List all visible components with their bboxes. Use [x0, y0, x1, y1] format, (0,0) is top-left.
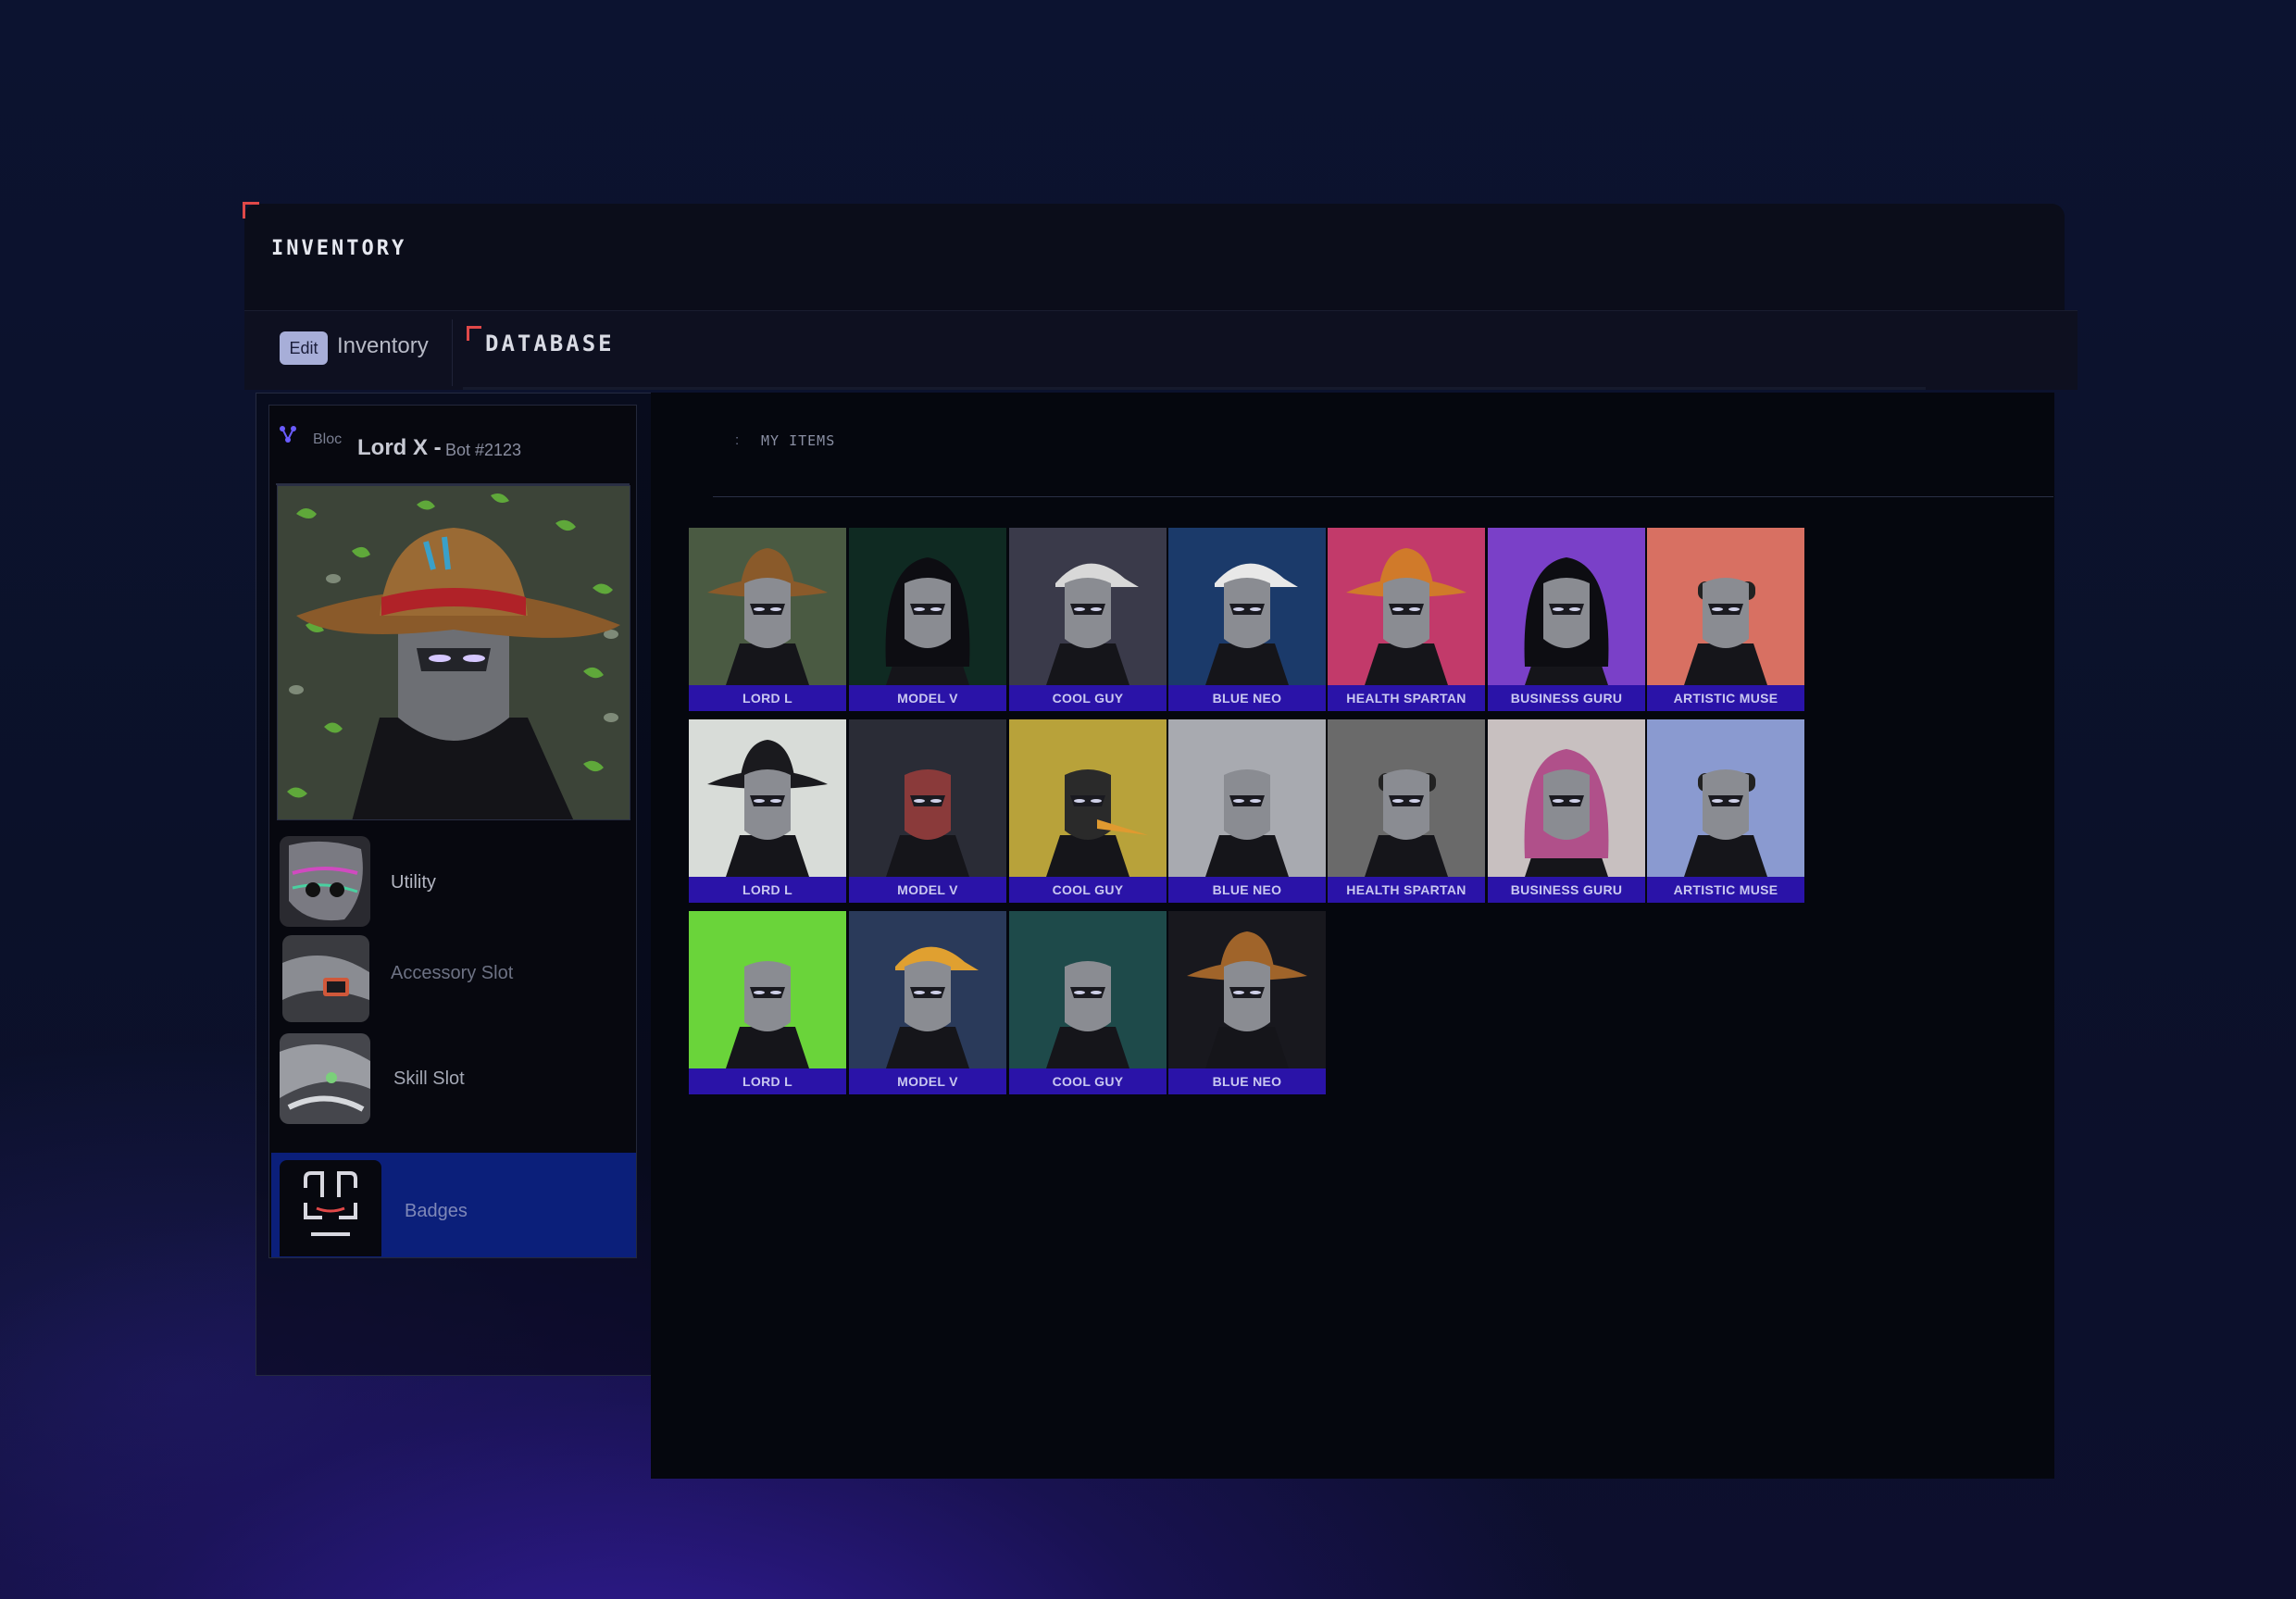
- item-image: [689, 528, 846, 685]
- item-image: [1647, 719, 1804, 877]
- item-label: BLUE NEO: [1168, 877, 1326, 903]
- section-title: MY ITEMS: [761, 432, 836, 449]
- bot-icon: [278, 424, 298, 450]
- tab-underline: [463, 387, 1926, 390]
- item-image: [1168, 911, 1326, 1068]
- item-image: [849, 911, 1006, 1068]
- item-card[interactable]: COOL GUY: [1009, 719, 1167, 905]
- item-card[interactable]: LORD L: [689, 719, 846, 905]
- item-card[interactable]: ARTISTIC MUSE: [1647, 719, 1804, 905]
- skill-slot-image[interactable]: [280, 1033, 370, 1124]
- item-card[interactable]: MODEL V: [849, 528, 1006, 713]
- item-image: [1647, 528, 1804, 685]
- slot-label-skill: Skill Slot: [393, 1068, 465, 1089]
- item-card[interactable]: BLUE NEO: [1168, 528, 1326, 713]
- item-image: [1168, 528, 1326, 685]
- item-card[interactable]: LORD L: [689, 528, 846, 713]
- item-label: HEALTH SPARTAN: [1328, 877, 1485, 903]
- item-card[interactable]: COOL GUY: [1009, 528, 1167, 713]
- bloc-label: Bloc: [313, 431, 343, 447]
- item-label: ARTISTIC MUSE: [1647, 877, 1804, 903]
- item-label: HEALTH SPARTAN: [1328, 685, 1485, 711]
- item-card[interactable]: BLUE NEO: [1168, 719, 1326, 905]
- database-corner-accent: [467, 326, 481, 341]
- item-image: [1488, 719, 1645, 877]
- item-label: COOL GUY: [1009, 685, 1167, 711]
- accessory-slot-image[interactable]: [282, 935, 369, 1022]
- item-card[interactable]: LORD L: [689, 911, 846, 1096]
- item-image: [1328, 528, 1485, 685]
- section-divider: [713, 496, 2053, 497]
- item-label: BLUE NEO: [1168, 685, 1326, 711]
- item-card[interactable]: MODEL V: [849, 719, 1006, 905]
- window-corner-accent: [243, 202, 259, 219]
- item-image: [1009, 719, 1167, 877]
- slot-label-accessory: Accessory Slot: [391, 963, 514, 983]
- tab-divider: [452, 319, 453, 386]
- tab-database[interactable]: DATABASE: [485, 331, 615, 356]
- tab-inventory[interactable]: Inventory: [337, 333, 429, 359]
- item-label: MODEL V: [849, 1068, 1006, 1094]
- item-image: [849, 719, 1006, 877]
- bot-name: Lord X -: [357, 435, 442, 460]
- item-image: [1009, 911, 1167, 1068]
- item-label: LORD L: [689, 685, 846, 711]
- item-image: [1488, 528, 1645, 685]
- item-card[interactable]: BUSINESS GURU: [1488, 528, 1645, 713]
- item-image: [689, 719, 846, 877]
- item-card[interactable]: HEALTH SPARTAN: [1328, 719, 1485, 905]
- item-card[interactable]: HEALTH SPARTAN: [1328, 528, 1485, 713]
- badges-icon: [280, 1160, 381, 1256]
- slot-label-utility: Utility: [391, 872, 436, 893]
- item-label: COOL GUY: [1009, 1068, 1167, 1094]
- item-card[interactable]: ARTISTIC MUSE: [1647, 528, 1804, 713]
- item-label: ARTISTIC MUSE: [1647, 685, 1804, 711]
- item-card[interactable]: BUSINESS GURU: [1488, 719, 1645, 905]
- item-image: [1009, 528, 1167, 685]
- utility-slot-image[interactable]: [280, 836, 370, 927]
- item-image: [849, 528, 1006, 685]
- item-image: [1168, 719, 1326, 877]
- edit-button[interactable]: Edit: [280, 331, 328, 365]
- item-label: MODEL V: [849, 877, 1006, 903]
- slot-label-badges: Badges: [405, 1201, 468, 1221]
- window-title: INVENTORY: [271, 237, 407, 260]
- item-label: BUSINESS GURU: [1488, 877, 1645, 903]
- item-card[interactable]: COOL GUY: [1009, 911, 1167, 1096]
- item-label: BUSINESS GURU: [1488, 685, 1645, 711]
- item-label: COOL GUY: [1009, 877, 1167, 903]
- item-label: LORD L: [689, 877, 846, 903]
- item-label: BLUE NEO: [1168, 1068, 1326, 1094]
- item-card[interactable]: MODEL V: [849, 911, 1006, 1096]
- section-marker: :: [735, 432, 740, 448]
- item-label: MODEL V: [849, 685, 1006, 711]
- bot-id: Bot #2123: [445, 441, 522, 459]
- item-label: LORD L: [689, 1068, 846, 1094]
- bot-portrait: [277, 485, 630, 820]
- item-image: [1328, 719, 1485, 877]
- item-card[interactable]: BLUE NEO: [1168, 911, 1326, 1096]
- item-image: [689, 911, 846, 1068]
